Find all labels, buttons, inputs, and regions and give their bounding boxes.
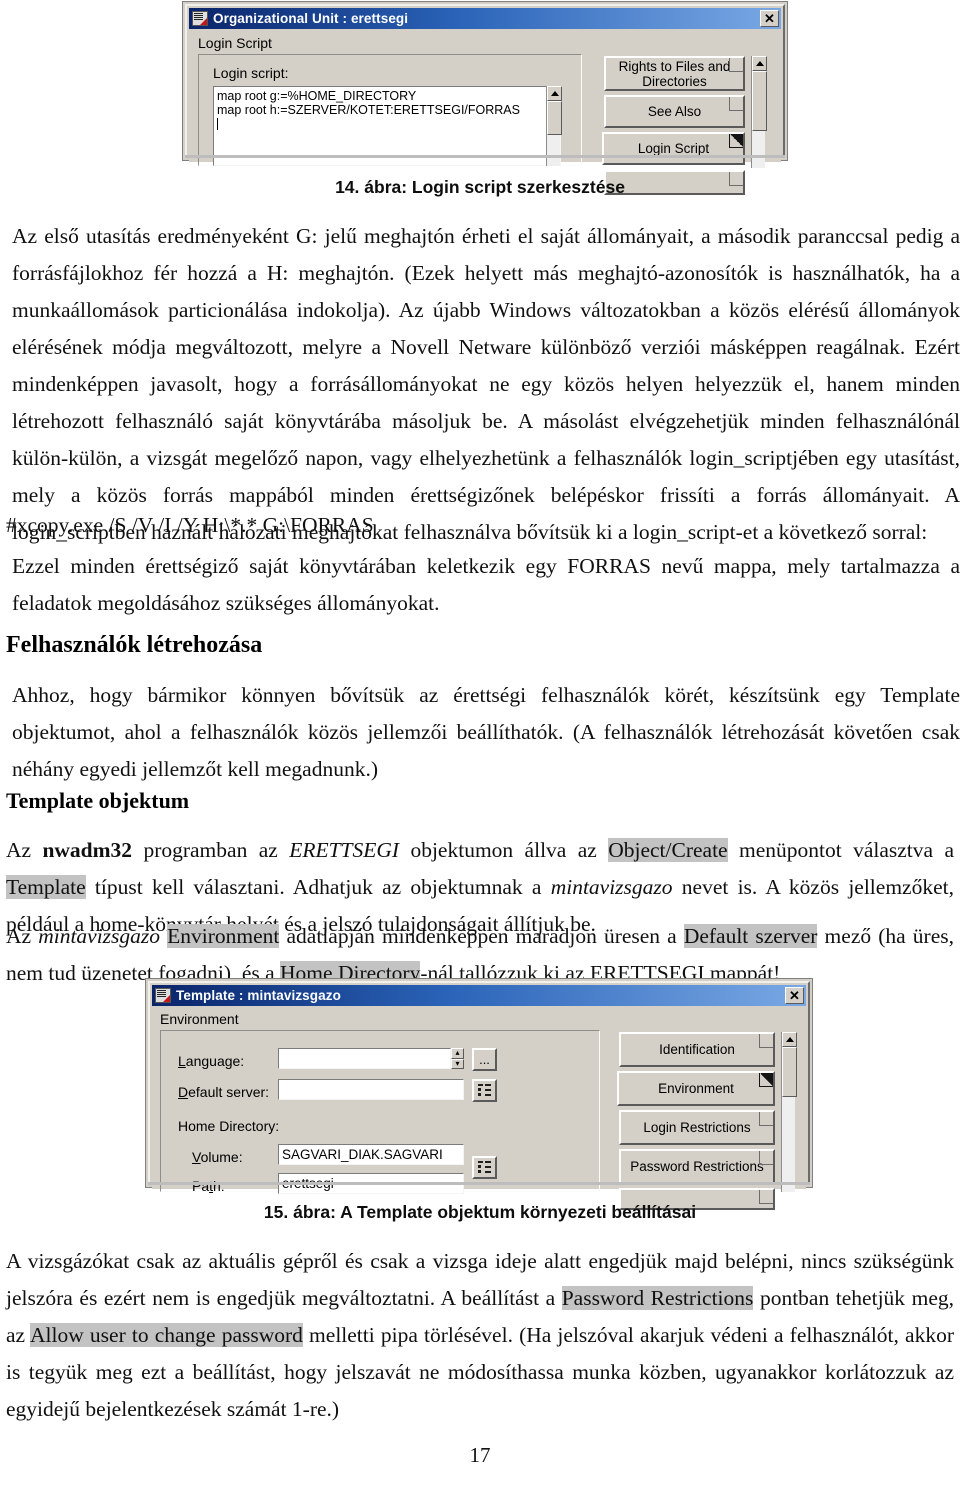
page-button-password-restrictions[interactable]: Password Restrictions [619, 1149, 775, 1184]
p5-text-c: adatlapján mindenképpen maradjon üresen … [279, 924, 684, 948]
dialog-crop-edge [185, 155, 785, 158]
p4-erettsegi: ERETTSEGI [289, 838, 400, 862]
language-spinner[interactable]: ▴ ▾ [451, 1048, 464, 1069]
paragraph-6: A vizsgázókat csak az aktuális gépről és… [6, 1243, 954, 1428]
p5-default-szerver-highlight: Default szerver [683, 924, 818, 948]
p5-text-a: Az [6, 924, 39, 948]
p4-text-a: Az [6, 838, 43, 862]
scroll-up-arrow-icon[interactable] [752, 56, 767, 71]
close-icon[interactable]: ✕ [785, 987, 804, 1004]
page-number: 17 [469, 1443, 491, 1467]
login-script-field-label: Login script: [213, 65, 289, 81]
page-button-login-restrictions[interactable]: Login Restrictions [619, 1110, 775, 1145]
nwadmin-object-icon [155, 988, 171, 1003]
scroll-up-arrow-icon[interactable] [782, 1032, 797, 1047]
object-browse-icon [478, 1161, 491, 1174]
spinner-up-icon[interactable]: ▴ [451, 1048, 464, 1059]
dialog-title: Organizational Unit : erettsegi [213, 11, 409, 26]
heading-felhasznalok-letrehozasa: Felhasználók létrehozása [6, 632, 263, 658]
default-server-input[interactable] [278, 1079, 464, 1100]
p5-environment-highlight: Environment [167, 924, 280, 948]
scrollbar-thumb[interactable] [752, 71, 767, 131]
ellipsis-icon: ... [479, 1052, 490, 1067]
nwadmin-object-icon [192, 11, 208, 26]
script-line: map root g:=%HOME_DIRECTORY [217, 89, 417, 103]
organizational-unit-dialog: Organizational Unit : erettsegi ✕ Login … [183, 2, 787, 195]
template-dialog: Template : mintavizsgazo ✕ Environment L… [146, 979, 812, 1210]
p4-template-highlight: Template [6, 875, 86, 899]
home-directory-browse-button[interactable] [472, 1156, 497, 1179]
dogear-icon [759, 1151, 773, 1165]
page-button-rights-to-files[interactable]: Rights to Files and Directories [604, 56, 745, 91]
p4-nwadm32: nwadm32 [42, 838, 133, 862]
page-button-environment[interactable]: Environment [617, 1071, 775, 1106]
page-button-label: Password Restrictions [630, 1159, 764, 1174]
p4-mintavizsgazo: mintavizsgazo [550, 875, 673, 899]
default-server-label: Default server: [178, 1084, 270, 1100]
paragraph-1: Az első utasítás eredményeként G: jelű m… [12, 224, 960, 544]
volume-input[interactable]: SAGVARI_DIAK.SAGVARI [278, 1144, 464, 1165]
p4-text-e: típust kell választani. Adhatjuk az obje… [85, 875, 551, 899]
page-button-label: Login Restrictions [643, 1120, 751, 1135]
scroll-up-arrow-icon[interactable] [547, 86, 562, 101]
p4-text-b: programban az [132, 838, 290, 862]
language-label: Language: [178, 1053, 245, 1069]
pagebuttons-vertical-scrollbar[interactable] [781, 1032, 797, 1192]
scrollbar-thumb[interactable] [782, 1047, 797, 1097]
dogear-icon [729, 97, 743, 111]
paragraph-2: Ezzel minden érettségiző saját könyvtárá… [12, 554, 960, 615]
p4-text-c: objektumon állva az [399, 838, 609, 862]
script-vertical-scrollbar[interactable] [546, 86, 562, 166]
login-script-textarea[interactable]: map root g:=%HOME_DIRECTORY map root h:=… [213, 86, 561, 166]
p5-mintavizsgazo: mintavizsgazo [38, 924, 161, 948]
figure-15-caption: 15. ábra: A Template objektum környezeti… [263, 1202, 697, 1222]
default-server-browse-button[interactable] [472, 1079, 497, 1102]
page-button-label: Environment [658, 1081, 734, 1096]
page-button-see-also[interactable]: See Also [604, 95, 745, 128]
paragraph-3: Ahhoz, hogy bármikor könnyen bővítsük az… [12, 683, 960, 781]
scrollbar-thumb[interactable] [547, 101, 562, 135]
dogear-icon [729, 134, 743, 148]
dialog-titlebar[interactable]: Organizational Unit : erettsegi ✕ [189, 8, 781, 29]
dogear-icon [759, 1073, 773, 1087]
script-caret [217, 117, 557, 131]
path-label: Path: [192, 1178, 225, 1194]
volume-label: Volume: [192, 1149, 243, 1165]
page-button-label: Rights to Files and Directories [618, 58, 731, 89]
page-button-label: See Also [647, 104, 702, 119]
heading-template-objektum: Template objektum [6, 788, 190, 813]
home-directory-label: Home Directory: [178, 1118, 280, 1134]
page-button-label: Identification [659, 1042, 735, 1057]
dialog-title: Template : mintavizsgazo [176, 988, 341, 1003]
figure-14-caption: 14. ábra: Login script szerkesztése [335, 177, 625, 197]
dogear-icon [759, 1112, 773, 1126]
page-button-identification[interactable]: Identification [619, 1032, 775, 1067]
dialog-titlebar[interactable]: Template : mintavizsgazo ✕ [152, 985, 806, 1006]
dogear-icon [729, 58, 743, 72]
environment-group-label: Environment [160, 1011, 239, 1027]
document-page: Organizational Unit : erettsegi ✕ Login … [0, 0, 960, 1490]
script-line: map root h:=SZERVER/KOTET:ERETTSEGI/FORR… [217, 103, 520, 117]
pagebuttons-vertical-scrollbar[interactable] [751, 56, 767, 168]
page-button-login-script[interactable]: Login Script [602, 132, 745, 165]
dogear-icon [759, 1034, 773, 1048]
close-icon[interactable]: ✕ [760, 10, 779, 27]
p4-object-create-highlight: Object/Create [608, 838, 728, 862]
language-input[interactable] [278, 1048, 451, 1069]
spinner-down-icon[interactable]: ▾ [451, 1058, 464, 1069]
p6-password-restrictions-highlight: Password Restrictions [561, 1286, 754, 1310]
language-browse-button[interactable]: ... [472, 1048, 497, 1071]
p4-text-d: menüpontot választva a [727, 838, 954, 862]
p6-allow-user-highlight: Allow user to change password [30, 1323, 303, 1347]
object-browse-icon [478, 1084, 491, 1097]
login-script-group-label: Login Script [198, 35, 272, 51]
code-line-xcopy: #xcopy.exe /S /V /I /Y H:\*.* G:\FORRAS [6, 513, 374, 537]
dialog-crop-edge [148, 1182, 810, 1185]
page-button-label: Login Script [637, 141, 710, 156]
